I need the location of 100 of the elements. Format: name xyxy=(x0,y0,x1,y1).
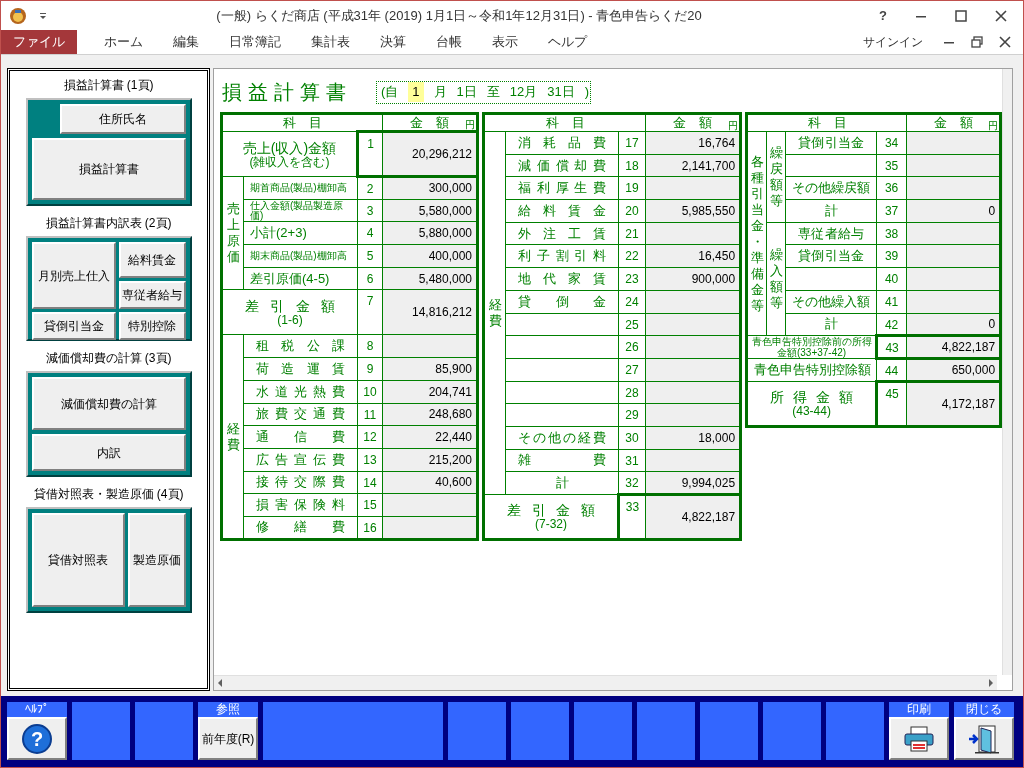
form-title: 損益計算書 xyxy=(222,80,352,105)
nav-button[interactable]: 貸倒引当金 xyxy=(31,312,116,340)
menu-item[interactable]: 決算 xyxy=(365,30,421,54)
function-key-button[interactable]: 前年度(R) xyxy=(198,717,258,760)
item-label: 雑費 xyxy=(505,449,619,472)
item-label: その他繰戻額 xyxy=(785,176,877,200)
group-label: 繰戻額等 xyxy=(769,143,784,210)
period-text: 至 xyxy=(486,83,500,102)
item-label: 消耗品費 xyxy=(505,131,619,155)
line-number: 8 xyxy=(357,334,383,358)
item-label: 貸倒金 xyxy=(505,290,619,313)
line-number: 10 xyxy=(357,380,383,403)
nav-button[interactable]: 減価償却費の計算 xyxy=(31,377,186,431)
amount-cell[interactable]: 4,822,187 xyxy=(645,494,741,540)
signin-link[interactable]: サインイン xyxy=(863,33,923,51)
item-label: 計 xyxy=(505,471,619,495)
nav-button[interactable]: 内訳 xyxy=(31,434,186,471)
key-caption: 印刷 xyxy=(906,702,932,717)
help-button[interactable]: ? xyxy=(871,5,895,26)
item-label: 専従者給与 xyxy=(785,222,877,245)
line-number: 38 xyxy=(876,222,907,245)
empty-function-key xyxy=(700,702,758,760)
unit-label: 円 xyxy=(465,119,476,130)
nav-button[interactable]: 特別控除 xyxy=(118,312,186,340)
function-key-button[interactable] xyxy=(889,717,949,760)
menu-item[interactable]: 集計表 xyxy=(296,30,365,54)
menu-item[interactable]: ホーム xyxy=(89,30,158,54)
period-text: (自 xyxy=(381,83,399,102)
line-number: 31 xyxy=(618,449,646,472)
period-field[interactable]: (自 1 月 1日 至 12月 31日 ) xyxy=(376,80,591,104)
period-text: ) xyxy=(584,83,590,102)
line-number: 4 xyxy=(357,221,383,245)
unit-label: 円 xyxy=(728,120,739,131)
amount-cell[interactable]: 14,816,212 xyxy=(382,289,478,335)
empty-function-key xyxy=(574,702,632,760)
amount-cell[interactable]: 4,172,187 xyxy=(906,381,1001,427)
nav-button[interactable]: 貸借対照表 xyxy=(31,513,125,607)
nav-button[interactable]: 給料賃金 xyxy=(118,242,186,278)
item-label: 計 xyxy=(785,313,877,336)
column-header: 金 額 xyxy=(410,115,450,130)
menu-item[interactable]: ファイル xyxy=(1,30,77,54)
line-number: 25 xyxy=(618,313,646,336)
item-label: 損害保険料 xyxy=(243,493,358,517)
dropdown-icon[interactable] xyxy=(39,11,47,20)
nav-button[interactable]: 住所氏名 xyxy=(59,104,186,134)
line-number: 21 xyxy=(618,222,646,245)
item-label: その他の経費 xyxy=(505,426,619,450)
line-number: 39 xyxy=(876,244,907,268)
line-number: 37 xyxy=(876,199,907,223)
item-label: 地代家賃 xyxy=(505,267,619,291)
menu-item[interactable]: 編集 xyxy=(158,30,214,54)
menu-item[interactable]: 表示 xyxy=(477,30,533,54)
line-number: 15 xyxy=(357,493,383,517)
group-label: 経費 xyxy=(226,419,240,454)
exit-door-icon xyxy=(967,723,1001,754)
empty-function-key xyxy=(72,702,130,760)
line-number: 28 xyxy=(618,381,646,404)
line-number: 3 xyxy=(357,199,383,222)
restore-icon[interactable] xyxy=(971,36,983,48)
item-label: 通信費 xyxy=(243,425,358,449)
line-number: 13 xyxy=(357,448,383,472)
item-label: 青色申告特別控除前の所得金額(33+37-42) xyxy=(746,335,877,359)
key-caption: ﾍﾙﾌﾟ xyxy=(24,702,50,717)
line-number: 23 xyxy=(618,267,646,291)
menu-item[interactable]: 日常簿記 xyxy=(214,30,296,54)
line-number: 12 xyxy=(357,425,383,449)
nav-button[interactable]: 製造原価 xyxy=(127,513,186,607)
amount-cell[interactable]: 4,822,187 xyxy=(906,335,1001,359)
item-label: 仕入金額(製品製造原価) xyxy=(243,199,358,222)
close-icon[interactable] xyxy=(995,9,1007,22)
amount-cell[interactable]: 20,296,212 xyxy=(382,131,478,177)
scroll-right-icon[interactable] xyxy=(988,679,994,687)
nav-button[interactable]: 専従者給与 xyxy=(118,281,186,309)
line-number: 27 xyxy=(618,358,646,382)
scroll-left-icon[interactable] xyxy=(217,679,223,687)
nav-button[interactable]: 損益計算書 xyxy=(31,138,186,200)
empty-function-key xyxy=(763,702,821,760)
column-header: 科 目 xyxy=(483,113,646,132)
key-caption: 閉じる xyxy=(965,702,1003,717)
item-label: 荷造運賃 xyxy=(243,357,358,381)
function-key-button[interactable]: ? xyxy=(7,717,67,760)
column-header: 金 額 xyxy=(933,116,973,130)
empty-function-key xyxy=(135,702,193,760)
line-number: 36 xyxy=(876,176,907,200)
menu-item[interactable]: 台帳 xyxy=(421,30,477,54)
nav-button[interactable]: 月別売上仕入 xyxy=(31,242,116,309)
line-number: 29 xyxy=(618,403,646,427)
line-number: 35 xyxy=(876,154,907,177)
item-label: 利子割引料 xyxy=(505,244,619,268)
close-icon[interactable] xyxy=(999,36,1011,48)
function-key-button[interactable] xyxy=(954,717,1014,760)
menu-item[interactable]: ヘルプ xyxy=(533,30,602,54)
item-label: 計 xyxy=(785,199,877,223)
window-title: (一般) らくだ商店 (平成31年 (2019) 1月1日～令和1年12月31日) - 青色申告らくだ20 xyxy=(215,6,703,25)
item-label: 租税公課 xyxy=(243,334,358,358)
line-number: 18 xyxy=(618,154,646,177)
line-number: 14 xyxy=(357,471,383,494)
period-text: 31日 xyxy=(547,83,575,102)
maximize-icon[interactable] xyxy=(955,9,967,22)
line-number: 7 xyxy=(357,289,383,335)
